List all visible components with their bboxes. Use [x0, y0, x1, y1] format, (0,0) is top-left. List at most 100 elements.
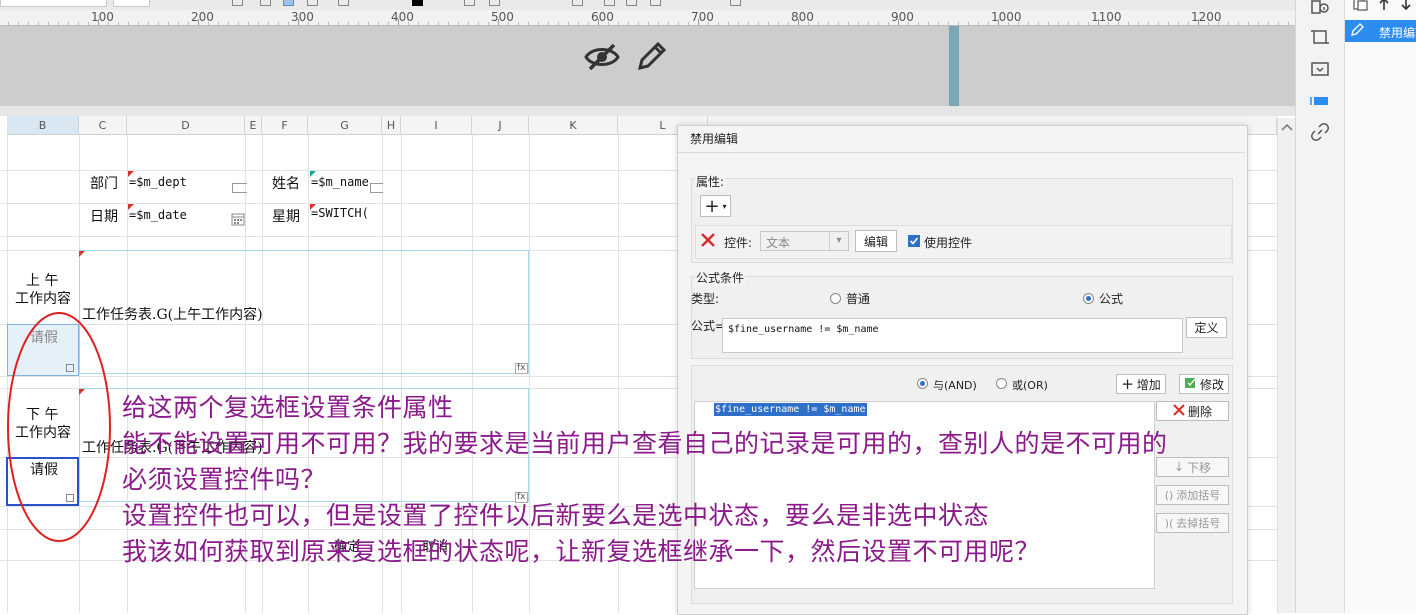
vertical-scrollbar[interactable] — [1277, 118, 1296, 613]
move-up-icon[interactable] — [1378, 0, 1390, 14]
date-value[interactable]: =$m_date — [129, 208, 187, 222]
font-color-button[interactable] — [412, 0, 423, 6]
ruler-tick — [568, 22, 569, 25]
control-type-select[interactable]: 文本 ▾ — [760, 231, 849, 251]
attributes-label: 属性: — [695, 173, 726, 190]
ruler-tick — [458, 22, 459, 25]
column-header-k[interactable]: K — [529, 116, 618, 135]
chevron-down-icon: ▾ — [722, 201, 727, 211]
column-header-e[interactable]: E — [245, 116, 262, 135]
remove-paren-label: 去掉括号 — [1176, 517, 1221, 530]
ruler-label: 700 — [691, 10, 714, 24]
widget-button[interactable] — [730, 0, 741, 6]
annotation-line-4: 设置控件也可以，但是设置了控件以后新要么是选中状态，要么是非选中状态 — [122, 501, 990, 530]
add-paren-label: 添加括号 — [1176, 489, 1221, 502]
ruler-tick — [918, 22, 919, 25]
column-header-b[interactable]: B — [7, 116, 79, 135]
use-control-checkbox[interactable] — [908, 235, 920, 247]
ruler-tick — [738, 22, 739, 25]
align-center-button[interactable] — [283, 0, 294, 6]
formula-input[interactable]: $fine_username != $m_name — [722, 318, 1183, 353]
move-down-icon[interactable] — [1400, 0, 1412, 14]
ruler-tick — [288, 22, 289, 25]
font-size-select[interactable] — [113, 0, 150, 7]
ruler-tick — [1268, 22, 1269, 25]
column-header-h[interactable]: H — [382, 116, 401, 135]
ruler-tick — [38, 22, 39, 25]
ruler-tick — [618, 22, 619, 25]
column-header-j[interactable]: J — [472, 116, 529, 135]
edit-control-button[interactable]: 编辑 — [855, 230, 897, 252]
and-radio[interactable] — [917, 378, 928, 389]
column-header-i[interactable]: I — [401, 116, 472, 135]
ruler-tick — [118, 22, 119, 25]
column-header-f[interactable]: F — [262, 116, 308, 135]
name-value[interactable]: =$m_name — [311, 175, 369, 189]
ruler-tick — [968, 22, 969, 25]
use-control-label: 使用控件 — [924, 236, 973, 250]
add-paren-button[interactable]: () 添加括号 — [1156, 485, 1229, 505]
move-down-button[interactable]: ↓ 下移 — [1156, 457, 1229, 477]
add-attribute-button[interactable]: + ▾ — [700, 195, 731, 217]
split-button[interactable] — [489, 0, 500, 6]
insert-row-button[interactable] — [572, 0, 583, 6]
remove-paren-button[interactable]: )(去掉括号 — [1156, 513, 1229, 533]
dropdown-icon[interactable] — [1308, 57, 1332, 81]
widget-icon[interactable] — [1308, 89, 1332, 113]
column-header-d[interactable]: D — [127, 116, 245, 135]
insert-col-button[interactable] — [604, 0, 615, 6]
scroll-up-icon[interactable] — [1281, 120, 1293, 134]
link-icon[interactable] — [1308, 120, 1332, 144]
ruler-tick — [928, 22, 929, 25]
dept-widget-marker — [232, 183, 247, 193]
ruler-tick — [658, 22, 659, 25]
condition-list-item[interactable]: $fine_username != $m_name — [714, 403, 867, 416]
border-button[interactable] — [338, 0, 349, 6]
font-select[interactable] — [0, 0, 107, 7]
modify-condition-button[interactable]: 修改 — [1179, 374, 1229, 394]
ruler-tick — [228, 22, 229, 25]
toolbar-button[interactable] — [232, 0, 243, 6]
ruler-tick — [488, 22, 489, 25]
ruler-tick — [948, 22, 949, 25]
ruler-tick — [378, 22, 379, 25]
ruler-tick — [258, 22, 259, 25]
ruler-label: 1200 — [1191, 10, 1222, 24]
ruler-tick — [8, 22, 9, 25]
disable-edit-item[interactable]: 禁用编辑 — [1345, 20, 1416, 42]
define-button[interactable]: 定义 — [1186, 317, 1227, 338]
ruler-tick — [758, 22, 759, 25]
ruler-tick — [518, 22, 519, 25]
delete-condition-button[interactable]: 删除 — [1156, 401, 1229, 421]
column-header-g[interactable]: G — [308, 116, 382, 135]
or-radio[interactable] — [996, 378, 1007, 389]
pencil-icon[interactable] — [636, 40, 668, 75]
annotation-circle — [4, 310, 114, 548]
align-right-button[interactable] — [307, 0, 318, 6]
image-button[interactable] — [650, 0, 661, 6]
weekday-value[interactable]: =SWITCH( — [311, 206, 369, 220]
ruler-tick — [688, 22, 689, 25]
ruler-tick — [558, 22, 559, 25]
ruler-tick — [788, 22, 789, 25]
type-formula-radio[interactable] — [1083, 293, 1094, 304]
chart-button[interactable] — [626, 0, 637, 6]
copy-icon[interactable] — [1353, 0, 1369, 14]
type-normal-radio[interactable] — [830, 293, 841, 304]
merge-button[interactable] — [464, 0, 475, 6]
info-icon[interactable] — [1308, 0, 1332, 20]
ruler-tick — [478, 22, 479, 25]
calendar-icon[interactable] — [231, 212, 245, 229]
formula-label: 公式= — [691, 319, 726, 333]
frame-icon[interactable] — [1308, 25, 1332, 49]
align-left-button[interactable] — [260, 0, 271, 6]
ruler-tick — [428, 22, 429, 25]
ruler-label: 1100 — [1091, 10, 1122, 24]
dept-value[interactable]: =$m_dept — [129, 175, 187, 189]
delete-attribute-icon[interactable] — [700, 232, 716, 251]
ruler-tick — [768, 22, 769, 25]
eye-slash-icon[interactable] — [584, 41, 620, 76]
column-header-c[interactable]: C — [79, 116, 127, 135]
add-condition-button[interactable]: + 增加 — [1116, 374, 1166, 394]
ruler-label: 1000 — [991, 10, 1022, 24]
